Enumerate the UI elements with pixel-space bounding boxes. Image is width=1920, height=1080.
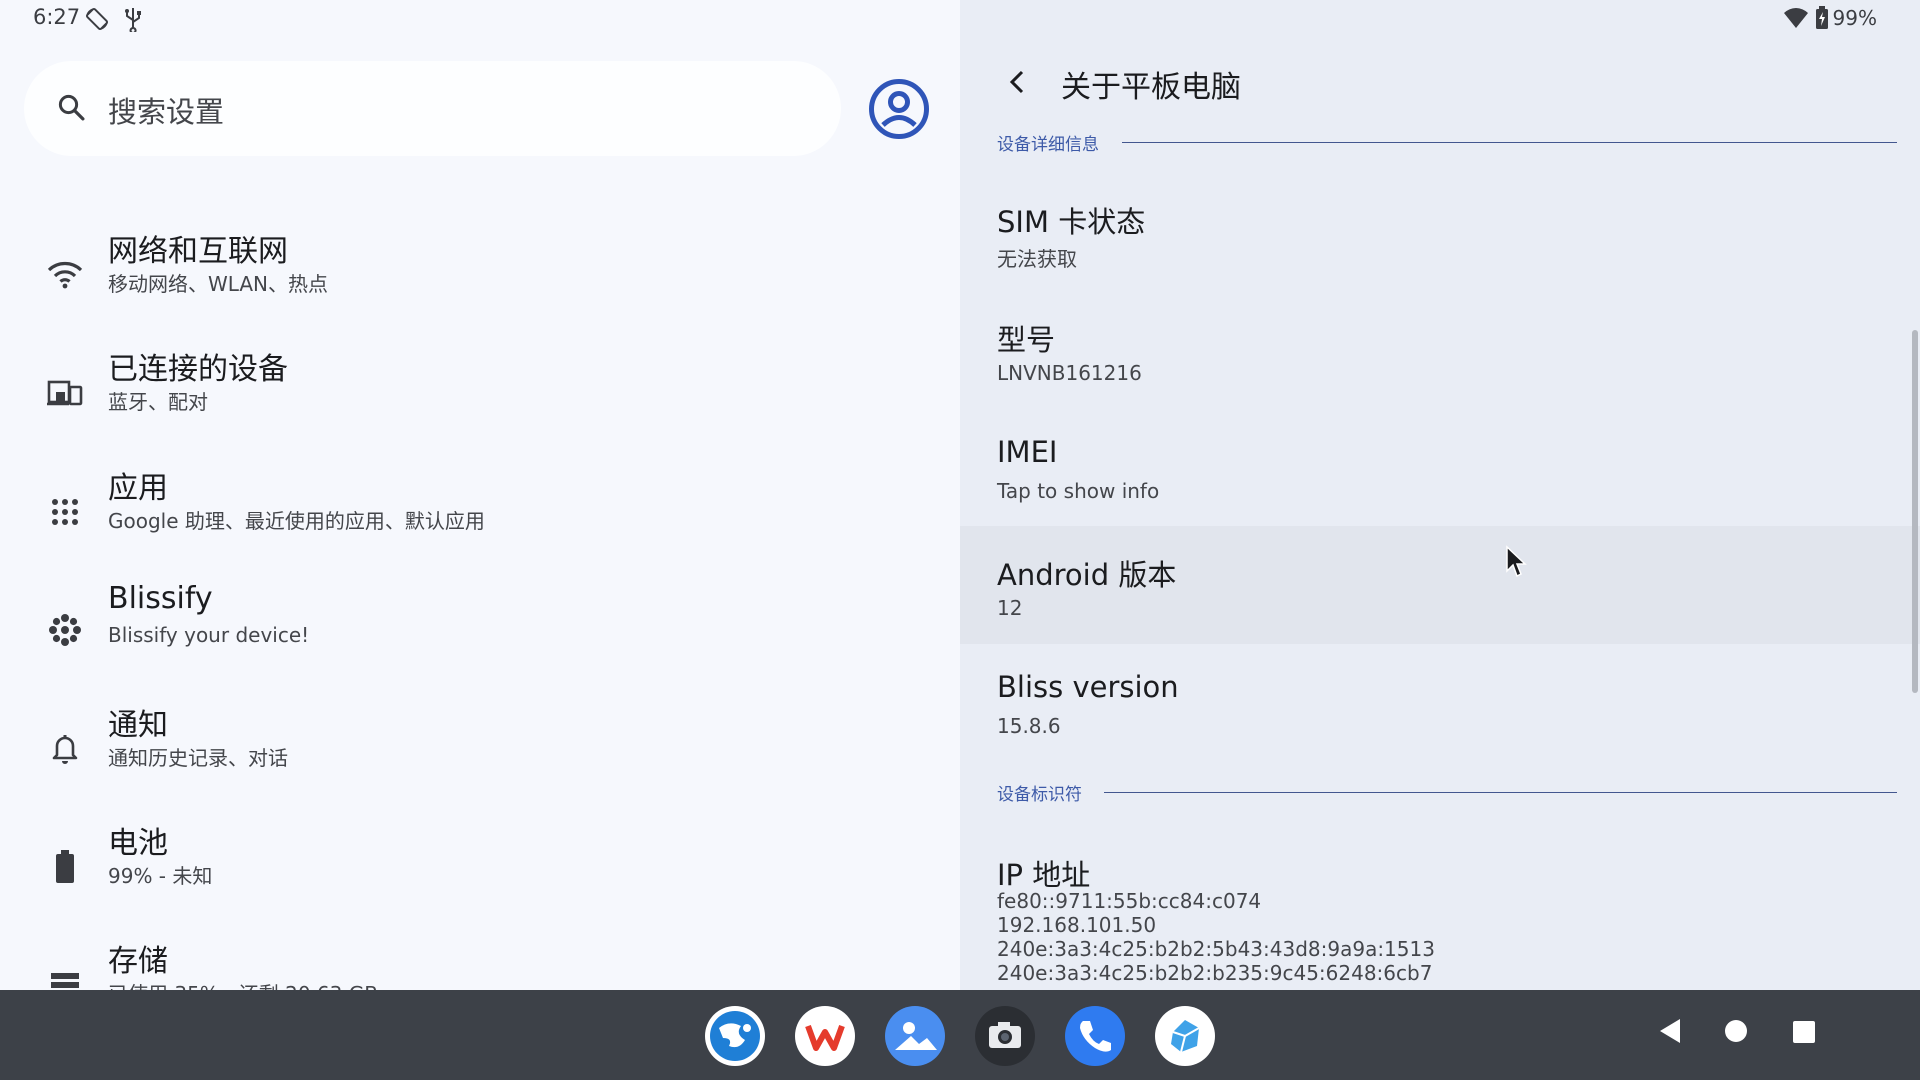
menu-item-title: 存储 [108, 944, 168, 979]
mouse-cursor-icon [1505, 545, 1527, 583]
nav-recents-icon[interactable] [1792, 1020, 1816, 1048]
menu-item-title: 通知 [108, 708, 168, 743]
menu-item-connected-devices[interactable]: 已连接的设备 蓝牙、配对 [0, 344, 960, 454]
pref-summary: 15.8.6 [997, 714, 1061, 738]
menu-item-title: Blissify [108, 581, 213, 616]
menu-item-network[interactable]: 网络和互联网 移动网络、WLAN、热点 [0, 226, 960, 336]
gallery-icon[interactable] [885, 1006, 945, 1066]
ip-address-line: fe80::9711:55b:cc84:c074 [997, 889, 1262, 913]
pref-summary: LNVNB161216 [997, 361, 1142, 385]
back-arrow-icon[interactable] [1002, 66, 1034, 98]
ip-address-line: 240e:3a3:4c25:b2b2:b235:9c45:6248:6cb7 [997, 961, 1433, 985]
pref-title: IMEI [997, 435, 1058, 469]
auto-rotate-icon [84, 6, 110, 36]
search-placeholder: 搜索设置 [108, 95, 225, 129]
section-divider [1104, 792, 1897, 793]
settings-pane: 搜索设置 网络和互联网 移动网络、WLAN、热点 已连接的设备 蓝牙、配对 应用… [0, 0, 960, 990]
menu-item-storage[interactable]: 存储 已使用 35% - 还剩 20.63 GB [0, 936, 960, 990]
pref-sim-status[interactable]: SIM 卡状态 无法获取 [960, 177, 1920, 295]
menu-item-title: 已连接的设备 [108, 352, 288, 387]
usb-icon [121, 6, 145, 36]
menu-item-title: 应用 [108, 471, 168, 506]
menu-item-subtitle: 蓝牙、配对 [108, 390, 208, 414]
menu-item-notifications[interactable]: 通知 通知历史记录、对话 [0, 700, 960, 810]
storage-icon [46, 966, 84, 990]
menu-item-subtitle: 通知历史记录、对话 [108, 746, 288, 770]
phone-icon[interactable] [1065, 1006, 1125, 1066]
pref-title: IP 地址 [997, 858, 1091, 892]
pref-title: SIM 卡状态 [997, 205, 1146, 239]
apps-grid-icon [46, 493, 84, 531]
page-title: 关于平板电脑 [1061, 70, 1241, 105]
pref-summary: Tap to show info [997, 479, 1160, 503]
status-bar: 6:27 99% [0, 0, 1920, 38]
ip-address-line: 240e:3a3:4c25:b2b2:5b43:43d8:9a9a:1513 [997, 937, 1435, 961]
section-label: 设备标识符 [997, 785, 1082, 805]
section-header-identifiers: 设备标识符 [997, 780, 1897, 805]
account-avatar-icon[interactable] [868, 78, 930, 140]
menu-item-apps[interactable]: 应用 Google 助理、最近使用的应用、默认应用 [0, 463, 960, 573]
section-header-device-details: 设备详细信息 [997, 130, 1897, 155]
taskbar [0, 990, 1920, 1080]
pref-title: Android 版本 [997, 558, 1177, 592]
connected-devices-icon [46, 374, 84, 412]
detail-pane: 关于平板电脑 设备详细信息 SIM 卡状态 无法获取 型号 LNVNB16121… [960, 0, 1920, 990]
menu-item-blissify[interactable]: Blissify Blissify your device! [0, 581, 960, 691]
search-icon [56, 92, 86, 126]
menu-item-title: 电池 [108, 826, 168, 861]
app-store-icon[interactable] [1155, 1006, 1215, 1066]
nav-back-icon[interactable] [1656, 1016, 1682, 1050]
ip-address-line: 192.168.101.50 [997, 913, 1157, 937]
clock: 6:27 [33, 5, 81, 29]
pref-summary: 无法获取 [997, 247, 1077, 271]
pref-model[interactable]: 型号 LNVNB161216 [960, 295, 1920, 413]
wifi-status-icon [1783, 6, 1809, 34]
search-bar[interactable]: 搜索设置 [24, 61, 841, 156]
menu-item-subtitle: Blissify your device! [108, 623, 310, 647]
wifi-icon [46, 256, 84, 294]
battery-icon [46, 848, 84, 886]
browser-icon[interactable] [705, 1006, 765, 1066]
pref-title: 型号 [997, 323, 1056, 357]
pref-bliss-version[interactable]: Bliss version 15.8.6 [960, 648, 1920, 766]
wps-office-icon[interactable] [795, 1006, 855, 1066]
camera-icon[interactable] [975, 1006, 1035, 1066]
nav-home-icon[interactable] [1724, 1019, 1748, 1047]
pref-title: Bliss version [997, 670, 1179, 704]
menu-item-subtitle: 已使用 35% - 还剩 20.63 GB [108, 978, 378, 990]
menu-item-battery[interactable]: 电池 99% - 未知 [0, 818, 960, 928]
menu-item-subtitle: 99% - 未知 [108, 864, 213, 888]
battery-status-icon [1815, 6, 1829, 34]
section-divider [1122, 142, 1897, 143]
scrollbar[interactable] [1912, 330, 1918, 693]
menu-item-subtitle: 移动网络、WLAN、热点 [108, 272, 329, 296]
ip-address-list: fe80::9711:55b:cc84:c074 192.168.101.50 … [997, 889, 1435, 985]
battery-percent: 99% [1832, 6, 1877, 30]
pref-imei[interactable]: IMEI Tap to show info [960, 413, 1920, 531]
menu-item-title: 网络和互联网 [108, 234, 288, 269]
section-label: 设备详细信息 [997, 135, 1099, 155]
menu-item-subtitle: Google 助理、最近使用的应用、默认应用 [108, 509, 485, 533]
bell-icon [46, 730, 84, 768]
blissify-flower-icon [46, 611, 84, 649]
pref-summary: 12 [997, 596, 1023, 620]
pref-android-version[interactable]: Android 版本 12 [960, 526, 1920, 644]
